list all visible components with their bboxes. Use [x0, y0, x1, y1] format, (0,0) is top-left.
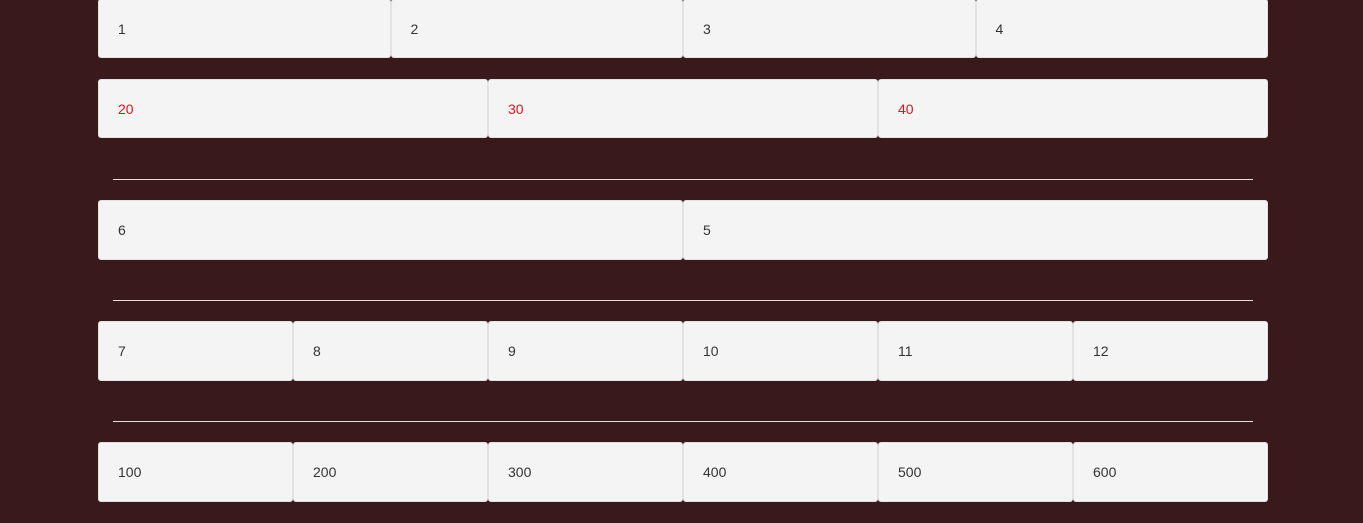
grid-row-halves: 6 5	[98, 200, 1268, 260]
grid-cell: 6	[98, 200, 683, 260]
grid-cell: 8	[293, 321, 488, 381]
grid-cell: 4	[975, 0, 1268, 58]
grid-cell: 7	[98, 321, 293, 381]
grid-row-sixths: 7 8 9 10 11 12	[98, 321, 1268, 381]
grid-cell: 2	[390, 0, 683, 58]
grid-cell: 300	[488, 442, 683, 502]
grid-cell: 5	[683, 200, 1268, 260]
grid-cell: 500	[878, 442, 1073, 502]
grid-cell: 400	[683, 442, 878, 502]
grid-cell: 10	[683, 321, 878, 381]
grid-cell: 1	[98, 0, 391, 58]
grid-cell: 100	[98, 442, 293, 502]
grid-row-quarters: 1 2 3 4	[98, 0, 1268, 59]
grid-cell-highlighted: 20	[98, 79, 488, 138]
horizontal-divider	[113, 179, 1253, 180]
grid-cell-highlighted: 30	[488, 79, 878, 138]
grid-cell: 11	[878, 321, 1073, 381]
grid-row-sixths-hundreds: 100 200 300 400 500 600	[98, 442, 1268, 502]
grid-cell: 600	[1073, 442, 1268, 502]
grid-row-thirds: 20 30 40	[98, 79, 1268, 139]
grid-cell-highlighted: 40	[878, 79, 1268, 138]
grid-cell: 12	[1073, 321, 1268, 381]
grid-cell: 3	[683, 0, 976, 58]
grid-cell: 9	[488, 321, 683, 381]
grid-cell: 200	[293, 442, 488, 502]
horizontal-divider	[113, 300, 1253, 301]
horizontal-divider	[113, 421, 1253, 422]
